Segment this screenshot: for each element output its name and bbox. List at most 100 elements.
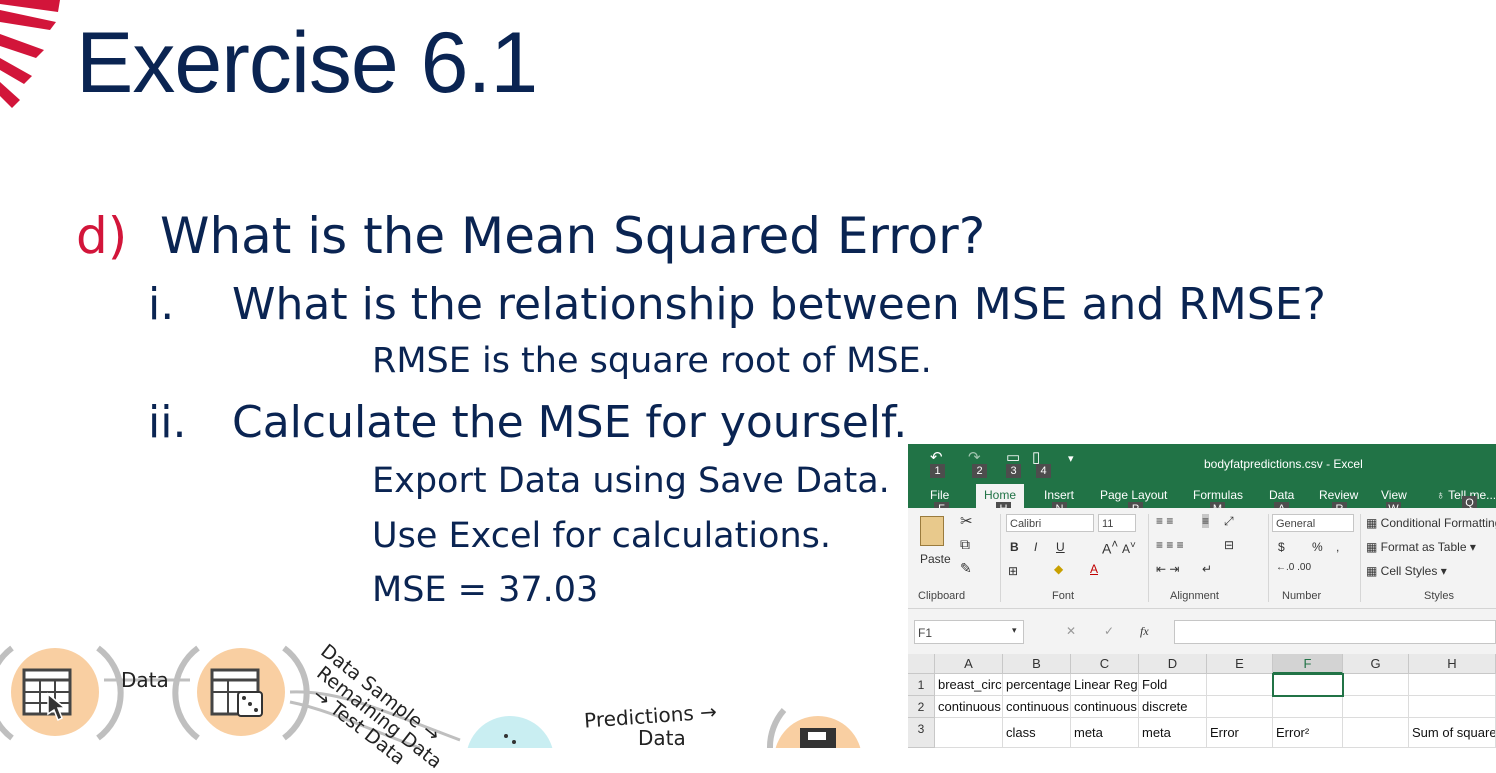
- column-header-g[interactable]: G: [1343, 654, 1409, 674]
- tab-file[interactable]: File: [930, 488, 949, 502]
- cell-e1[interactable]: [1207, 674, 1273, 696]
- tab-insert[interactable]: Insert: [1044, 488, 1074, 502]
- ribbon-separator: [1268, 514, 1269, 602]
- cell-styles-icon: ▦: [1366, 564, 1381, 578]
- insert-function-icon[interactable]: fx: [1140, 624, 1149, 639]
- cell-d2[interactable]: discrete: [1139, 696, 1207, 718]
- active-cell-outline: [1272, 673, 1344, 697]
- cell-h2[interactable]: [1409, 696, 1496, 718]
- cell-g2[interactable]: [1343, 696, 1409, 718]
- format-as-table-button[interactable]: ▦ Format as Table ▾: [1366, 540, 1476, 554]
- select-all-corner[interactable]: [908, 654, 935, 674]
- cell-a3[interactable]: [935, 718, 1003, 748]
- predictions-widget-icon[interactable]: [466, 716, 554, 748]
- question-d: d) What is the Mean Squared Error?: [76, 204, 985, 268]
- workflow-link-predictions-data: Data: [638, 726, 686, 750]
- confirm-entry-icon[interactable]: ✓: [1104, 624, 1114, 638]
- font-size-dropdown[interactable]: 11: [1098, 514, 1136, 532]
- increase-decimal-icon[interactable]: ←.0 .00: [1276, 562, 1311, 573]
- question-ii-marker: ii.: [148, 397, 187, 448]
- cell-e2[interactable]: [1207, 696, 1273, 718]
- fill-color-icon[interactable]: ◆: [1054, 562, 1063, 576]
- font-name-dropdown[interactable]: Calibri: [1006, 514, 1094, 532]
- file-widget-icon[interactable]: [0, 645, 124, 741]
- indent-icon[interactable]: ⇤ ⇥: [1156, 562, 1179, 576]
- format-as-table-icon: ▦: [1366, 540, 1381, 554]
- chevron-down-icon: ▾: [1437, 564, 1447, 578]
- borders-icon[interactable]: ⊞: [1008, 564, 1018, 578]
- column-header-h[interactable]: H: [1409, 654, 1496, 674]
- column-header-b[interactable]: B: [1003, 654, 1071, 674]
- bold-button[interactable]: B: [1010, 540, 1019, 554]
- formula-input[interactable]: [1174, 620, 1496, 644]
- cell-g3[interactable]: [1343, 718, 1409, 748]
- column-header-e[interactable]: E: [1207, 654, 1273, 674]
- column-header-c[interactable]: C: [1071, 654, 1139, 674]
- tab-page-layout[interactable]: Page Layout: [1100, 488, 1167, 502]
- keytip-4: 4: [1036, 464, 1051, 478]
- underline-button[interactable]: U: [1056, 540, 1065, 554]
- currency-button[interactable]: $: [1278, 540, 1285, 554]
- cell-f2[interactable]: [1273, 696, 1343, 718]
- cell-b3[interactable]: class: [1003, 718, 1071, 748]
- cell-b2[interactable]: continuous: [1003, 696, 1071, 718]
- column-header-d[interactable]: D: [1139, 654, 1207, 674]
- conditional-formatting-button[interactable]: ▦ Conditional Formatting: [1366, 516, 1496, 530]
- cell-e3[interactable]: Error: [1207, 718, 1273, 748]
- cell-g1[interactable]: [1343, 674, 1409, 696]
- wrap-text-icon[interactable]: ↵: [1202, 562, 1212, 576]
- cell-a2[interactable]: continuous: [935, 696, 1003, 718]
- orientation-icon[interactable]: ⤢: [1224, 514, 1234, 529]
- cell-d1[interactable]: Fold: [1139, 674, 1207, 696]
- group-styles: Styles: [1424, 590, 1454, 602]
- tab-view[interactable]: View: [1381, 488, 1407, 502]
- column-header-f[interactable]: F: [1273, 654, 1343, 674]
- tab-data[interactable]: Data: [1269, 488, 1294, 502]
- keytip-3: 3: [1006, 464, 1021, 478]
- customize-toolbar-icon[interactable]: ▾: [1068, 452, 1074, 465]
- merge-center-icon[interactable]: ⊟: [1224, 538, 1234, 552]
- number-format-dropdown[interactable]: General: [1272, 514, 1354, 532]
- decrease-font-icon[interactable]: A˅: [1122, 540, 1136, 556]
- keytip-1: 1: [930, 464, 945, 478]
- row-header-1[interactable]: 1: [908, 674, 935, 696]
- cell-h3[interactable]: Sum of squares: [1409, 718, 1496, 748]
- font-color-icon[interactable]: A: [1090, 562, 1098, 576]
- align-top-icon[interactable]: ≡ ≡: [1156, 514, 1173, 528]
- italic-button[interactable]: I: [1034, 540, 1037, 554]
- cell-b1[interactable]: percentage: [1003, 674, 1071, 696]
- paste-icon[interactable]: [920, 516, 944, 546]
- ribbon-separator: [1000, 514, 1001, 602]
- tab-formulas[interactable]: Formulas: [1193, 488, 1243, 502]
- save-data-icon[interactable]: [767, 708, 862, 748]
- copy-icon[interactable]: ⧉: [960, 536, 970, 553]
- name-box[interactable]: F1: [914, 620, 1024, 644]
- percent-button[interactable]: %: [1312, 540, 1323, 554]
- cell-c1[interactable]: Linear Reg: [1071, 674, 1139, 696]
- cell-h1[interactable]: [1409, 674, 1496, 696]
- align-left-icon[interactable]: ≡ ≡ ≡: [1156, 538, 1184, 552]
- align-middle-icon[interactable]: ≡: [1202, 514, 1210, 528]
- comma-button[interactable]: ,: [1336, 540, 1339, 554]
- format-painter-icon[interactable]: ✎: [960, 560, 972, 577]
- group-alignment: Alignment: [1170, 590, 1219, 602]
- university-logo-icon: [0, 0, 60, 108]
- increase-font-icon[interactable]: A˄: [1102, 538, 1118, 557]
- tab-review[interactable]: Review: [1319, 488, 1358, 502]
- cell-c2[interactable]: continuous: [1071, 696, 1139, 718]
- cell-d3[interactable]: meta: [1139, 718, 1207, 748]
- row-header-2[interactable]: 2: [908, 696, 935, 718]
- data-sampler-icon[interactable]: [172, 645, 310, 741]
- question-ii: ii. Calculate the MSE for yourself.: [148, 394, 907, 452]
- cell-c3[interactable]: meta: [1071, 718, 1139, 748]
- cell-a1[interactable]: breast_circ: [935, 674, 1003, 696]
- cell-styles-button[interactable]: ▦ Cell Styles ▾: [1366, 564, 1447, 578]
- ribbon-separator: [1148, 514, 1149, 602]
- paste-label[interactable]: Paste: [920, 552, 951, 566]
- row-header-3[interactable]: 3: [908, 718, 935, 748]
- cut-icon[interactable]: ✂: [960, 512, 973, 530]
- answer-ii-mse: MSE = 37.03: [372, 570, 599, 610]
- cancel-entry-icon[interactable]: ✕: [1066, 624, 1076, 638]
- column-header-a[interactable]: A: [935, 654, 1003, 674]
- cell-f3[interactable]: Error²: [1273, 718, 1343, 748]
